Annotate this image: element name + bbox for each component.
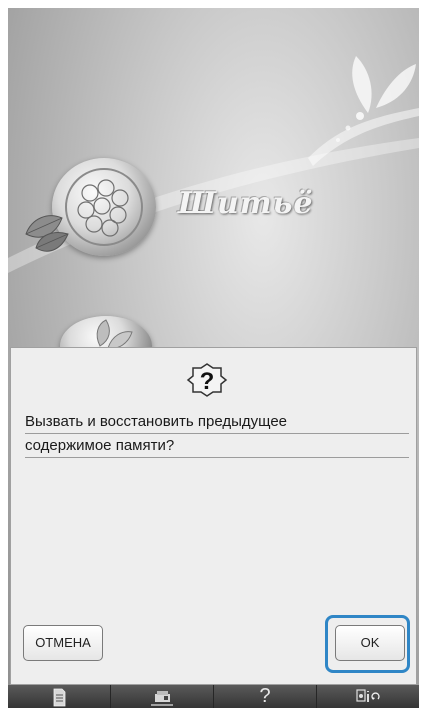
sewing-menu-label: Шитьё: [178, 186, 314, 221]
settings-info-icon: [356, 688, 380, 702]
settings-info-button[interactable]: [317, 685, 419, 708]
restore-memory-dialog: ? Вызвать и восстановить предыдущее соде…: [10, 347, 417, 685]
leaf-ornament-icon: [25, 215, 69, 252]
bottom-toolbar: ?: [8, 685, 419, 708]
sewing-machine-button[interactable]: [111, 685, 214, 708]
question-mark: ?: [200, 368, 215, 395]
page-icon: [53, 688, 66, 706]
help-button[interactable]: ?: [214, 685, 317, 708]
ok-button[interactable]: OK: [335, 625, 405, 661]
page-button[interactable]: [8, 685, 111, 708]
cancel-button[interactable]: ОТМЕНА: [23, 625, 103, 661]
dialog-message-line-1: Вызвать и восстановить предыдущее: [25, 411, 409, 434]
help-icon: ?: [259, 685, 271, 707]
sewing-machine-icon: [151, 690, 173, 706]
question-icon: ?: [186, 363, 228, 397]
dialog-message-line-2: содержимое памяти?: [25, 435, 409, 458]
